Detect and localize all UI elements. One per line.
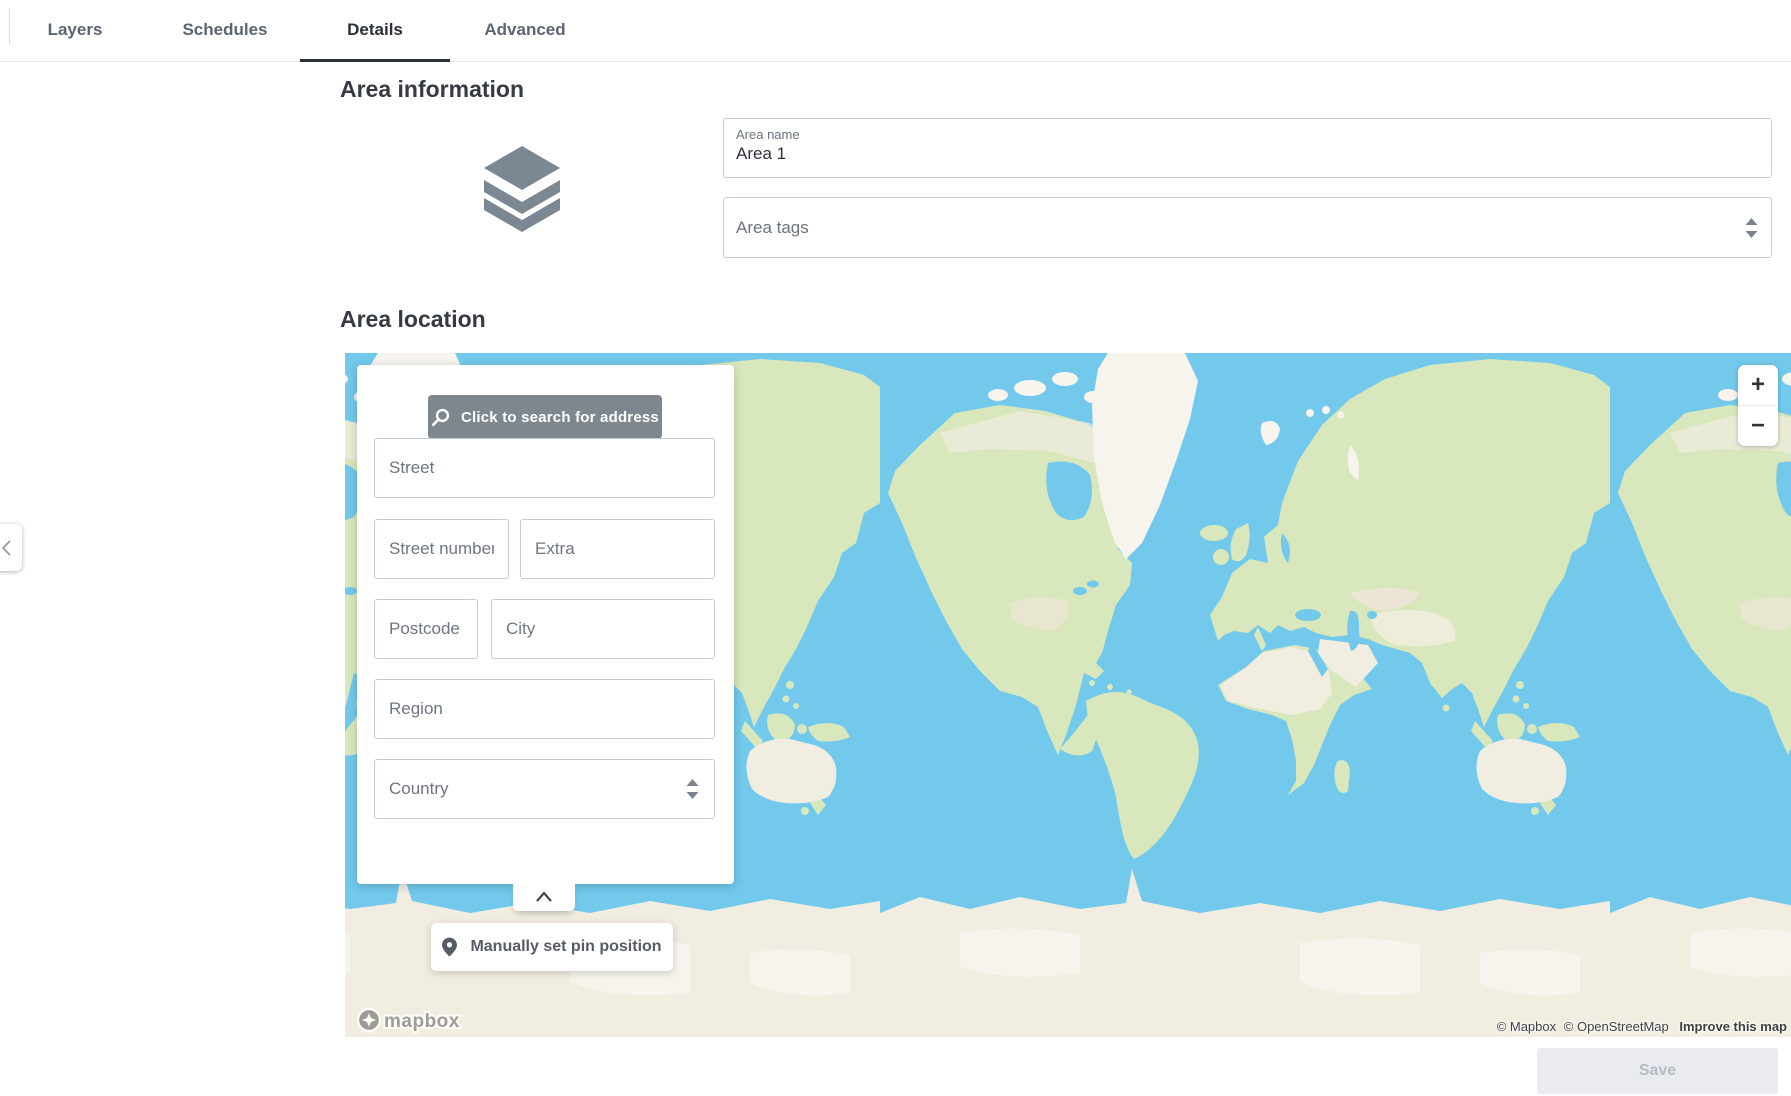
attribution-osm-link[interactable]: © OpenStreetMap: [1564, 1019, 1669, 1034]
attribution-mapbox-link[interactable]: © Mapbox: [1497, 1019, 1556, 1034]
tab-schedules[interactable]: Schedules: [150, 0, 300, 62]
stepper-icon: [685, 778, 700, 800]
map-pin-icon: [442, 937, 457, 957]
country-select[interactable]: Country: [374, 759, 715, 819]
collapse-panel-button[interactable]: [513, 883, 575, 911]
chevron-left-icon: [0, 535, 18, 561]
region-input[interactable]: [374, 679, 715, 739]
street-input[interactable]: [374, 438, 715, 498]
zoom-out-button[interactable]: −: [1738, 405, 1778, 445]
tab-bar: Layers Schedules Details Advanced: [0, 0, 1791, 62]
stepper-icon: [1744, 217, 1759, 239]
area-name-input[interactable]: [736, 144, 1759, 164]
improve-map-link[interactable]: Improve this map: [1679, 1019, 1787, 1034]
country-placeholder: Country: [389, 779, 449, 799]
manual-pin-label: Manually set pin position: [470, 938, 661, 956]
map-canvas[interactable]: Click to search for address Country: [345, 353, 1791, 1037]
street-number-input[interactable]: [374, 519, 509, 579]
map-zoom-control: + −: [1738, 365, 1778, 446]
search-icon: [431, 408, 450, 427]
map-attribution: © Mapbox © OpenStreetMap Improve this ma…: [1493, 1019, 1787, 1034]
tab-layers[interactable]: Layers: [0, 0, 150, 62]
collapse-sidebar-button[interactable]: [0, 524, 22, 571]
tab-details[interactable]: Details: [300, 0, 450, 62]
address-panel: Click to search for address Country: [357, 365, 734, 884]
search-address-label: Click to search for address: [461, 409, 659, 426]
mapbox-logo[interactable]: mapbox: [355, 1006, 467, 1034]
postcode-input[interactable]: [374, 599, 478, 659]
layers-icon: [482, 146, 562, 238]
city-input[interactable]: [491, 599, 715, 659]
area-tags-field[interactable]: Area tags: [723, 197, 1772, 258]
section-title-area-location: Area location: [340, 306, 486, 333]
area-tags-label: Area tags: [736, 218, 809, 238]
divider: [9, 8, 10, 44]
page: Layers Schedules Details Advanced Area i…: [0, 0, 1791, 1096]
mapbox-logo-text: mapbox: [384, 1011, 460, 1032]
manual-pin-button[interactable]: Manually set pin position: [431, 923, 673, 971]
save-button[interactable]: Save: [1537, 1048, 1778, 1094]
tab-advanced[interactable]: Advanced: [450, 0, 600, 62]
area-name-field[interactable]: Area name: [723, 118, 1772, 178]
chevron-up-icon: [529, 886, 559, 908]
section-title-area-information: Area information: [340, 76, 524, 103]
zoom-in-button[interactable]: +: [1738, 365, 1778, 405]
extra-input[interactable]: [520, 519, 715, 579]
area-name-label: Area name: [736, 127, 1759, 142]
search-address-button[interactable]: Click to search for address: [428, 395, 662, 439]
